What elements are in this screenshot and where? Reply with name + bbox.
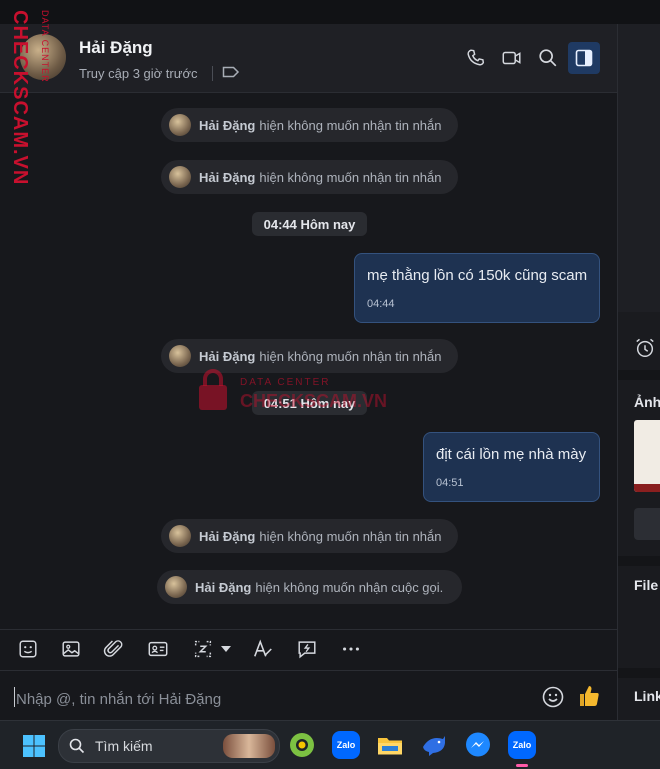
contact-name[interactable]: Hải Đặng — [79, 38, 153, 58]
chevron-down-icon[interactable] — [220, 644, 232, 654]
time-divider: 04:51 Hôm nay — [252, 391, 367, 415]
coc-coc-browser-icon[interactable] — [288, 731, 316, 759]
taskbar-search[interactable]: Tìm kiếm — [58, 729, 280, 763]
system-notice: Hải Đặng hiện không muốn nhận tin nhắn — [161, 339, 458, 373]
message-text: mẹ thằng lồn có 150k cũng scam — [367, 267, 588, 284]
file-explorer-icon[interactable] — [376, 731, 404, 759]
view-all-photos-button[interactable] — [634, 508, 660, 540]
files-section-label[interactable]: File — [634, 577, 658, 593]
taskbar: Tìm kiếm Zalo Zalo — [0, 720, 660, 769]
dolphin-app-icon[interactable] — [420, 731, 448, 759]
message-input[interactable] — [14, 685, 518, 713]
zalo-app-icon-active[interactable]: Zalo — [508, 731, 536, 759]
system-notice: Hải Đặng hiện không muốn nhận tin nhắn — [161, 108, 458, 142]
sent-message-bubble[interactable]: mẹ thằng lồn có 150k cũng scam 04:44 — [354, 253, 600, 323]
windows-start-icon[interactable] — [22, 734, 46, 758]
notice-name: Hải Đặng — [199, 528, 256, 544]
notice-text: hiện không muốn nhận tin nhắn — [259, 169, 442, 185]
more-options-icon[interactable] — [340, 638, 362, 660]
system-notice: Hải Đặng hiện không muốn nhận tin nhắn — [161, 160, 458, 194]
chat-window: Hải Đặng Truy cập 3 giờ trước Hải Đặng h… — [0, 24, 617, 731]
info-panel-header — [618, 24, 660, 312]
search-label: Tìm kiếm — [95, 738, 153, 754]
info-panel: Ảnh File Link — [617, 24, 660, 730]
links-section-label[interactable]: Link — [634, 688, 660, 704]
sidebar-panel-icon — [575, 49, 593, 67]
notice-name: Hải Đặng — [199, 348, 256, 364]
photos-section-label[interactable]: Ảnh — [634, 394, 660, 410]
video-call-icon[interactable] — [501, 47, 523, 69]
sent-message-bubble[interactable]: địt cái lồn mẹ nhà mày 04:51 — [423, 432, 600, 502]
notice-text: hiện không muốn nhận tin nhắn — [259, 117, 442, 133]
mini-avatar — [169, 345, 191, 367]
emoji-icon[interactable] — [541, 685, 565, 709]
chat-header: Hải Đặng Truy cập 3 giờ trước — [0, 24, 617, 93]
sticker-icon[interactable] — [17, 638, 39, 660]
tag-icon[interactable] — [222, 65, 240, 79]
mini-avatar — [169, 166, 191, 188]
notice-text: hiện không muốn nhận cuộc gọi. — [255, 579, 444, 595]
notice-text: hiện không muốn nhận tin nhắn — [259, 528, 442, 544]
notice-name: Hải Đặng — [195, 579, 252, 595]
time-divider: 04:44 Hôm nay — [252, 212, 367, 236]
section-divider — [618, 668, 660, 678]
quick-message-icon[interactable] — [296, 638, 318, 660]
messenger-icon[interactable] — [464, 731, 492, 759]
mini-avatar — [165, 576, 187, 598]
search-icon[interactable] — [537, 47, 559, 69]
title-strip — [0, 0, 660, 24]
contact-card-icon[interactable] — [147, 638, 169, 660]
section-divider — [618, 556, 660, 566]
attachment-icon[interactable] — [103, 638, 125, 660]
notice-name: Hải Đặng — [199, 169, 256, 185]
system-notice: Hải Đặng hiện không muốn nhận tin nhắn — [161, 519, 458, 553]
notice-name: Hải Đặng — [199, 117, 256, 133]
thumbs-up-icon[interactable] — [577, 683, 601, 709]
search-highlight-image — [223, 734, 275, 758]
reminder-icon[interactable] — [634, 337, 656, 359]
composer-toolbar — [0, 629, 617, 670]
active-app-indicator — [516, 764, 528, 767]
phone-call-icon[interactable] — [465, 47, 487, 69]
mini-avatar — [169, 114, 191, 136]
mini-avatar — [169, 525, 191, 547]
text-caret — [14, 687, 15, 707]
zalo-app-icon[interactable]: Zalo — [332, 731, 360, 759]
avatar[interactable] — [20, 34, 66, 80]
toggle-info-panel-button[interactable] — [568, 42, 600, 74]
message-list[interactable]: Hải Đặng hiện không muốn nhận tin nhắn H… — [0, 93, 617, 628]
divider — [212, 66, 213, 81]
search-icon — [69, 738, 85, 754]
section-divider — [618, 370, 660, 380]
notice-text: hiện không muốn nhận tin nhắn — [259, 348, 442, 364]
last-seen-status: Truy cập 3 giờ trước — [79, 66, 198, 81]
message-time: 04:51 — [436, 477, 464, 489]
call-blocked-notice: Hải Đặng hiện không muốn nhận cuộc gọi. — [157, 570, 462, 604]
text-format-icon[interactable] — [252, 638, 274, 660]
image-icon[interactable] — [60, 638, 82, 660]
thumbnail-strip — [634, 484, 660, 492]
message-text: địt cái lồn mẹ nhà mày — [436, 446, 587, 463]
screenshot-icon[interactable] — [192, 638, 214, 660]
message-time: 04:44 — [367, 298, 395, 310]
photo-thumbnail[interactable] — [634, 420, 660, 492]
